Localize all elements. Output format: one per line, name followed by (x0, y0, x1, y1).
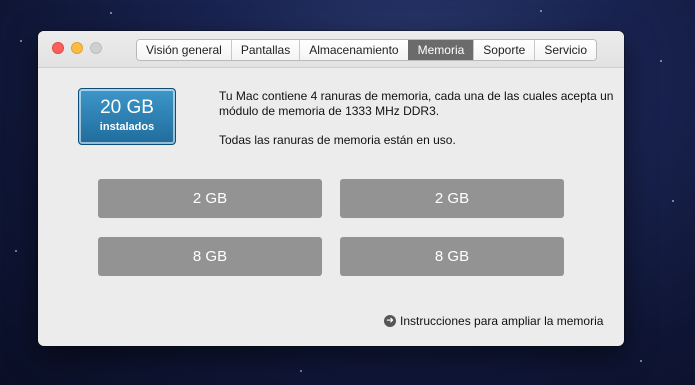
memory-slot-2: 2 GB (340, 179, 564, 218)
tab-pantallas[interactable]: Pantallas (230, 40, 300, 60)
tab-soporte[interactable]: Soporte (473, 40, 535, 60)
tab-vision-general[interactable]: Visión general (137, 40, 231, 60)
memory-total-badge: 20 GB instalados (78, 88, 176, 145)
tab-bar: Visión general Pantallas Almacenamiento … (136, 39, 598, 61)
memory-description: Tu Mac contiene 4 ranuras de memoria, ca… (219, 89, 614, 148)
memory-slots-status: Todas las ranuras de memoria están en us… (219, 133, 456, 147)
arrow-circle-icon: ➜ (384, 315, 396, 327)
about-this-mac-window: Visión general Pantallas Almacenamiento … (38, 31, 624, 346)
memory-upgrade-label: Instrucciones para ampliar la memoria (400, 314, 604, 328)
close-button[interactable] (52, 42, 64, 54)
tab-almacenamiento[interactable]: Almacenamiento (299, 40, 408, 60)
tab-memoria[interactable]: Memoria (407, 40, 474, 60)
minimize-button[interactable] (71, 42, 83, 54)
memory-slot-4: 8 GB (340, 237, 564, 276)
memory-slot-1: 2 GB (98, 179, 322, 218)
memory-upgrade-link[interactable]: ➜ Instrucciones para ampliar la memoria (384, 314, 603, 328)
zoom-button[interactable] (90, 42, 102, 54)
memory-slots-description: Tu Mac contiene 4 ranuras de memoria, ca… (219, 89, 614, 118)
tab-servicio[interactable]: Servicio (534, 40, 597, 60)
memory-slot-3: 8 GB (98, 237, 322, 276)
memory-total: 20 GB (100, 97, 154, 118)
memory-total-caption: instalados (99, 121, 155, 133)
title-bar: Visión general Pantallas Almacenamiento … (38, 31, 624, 68)
